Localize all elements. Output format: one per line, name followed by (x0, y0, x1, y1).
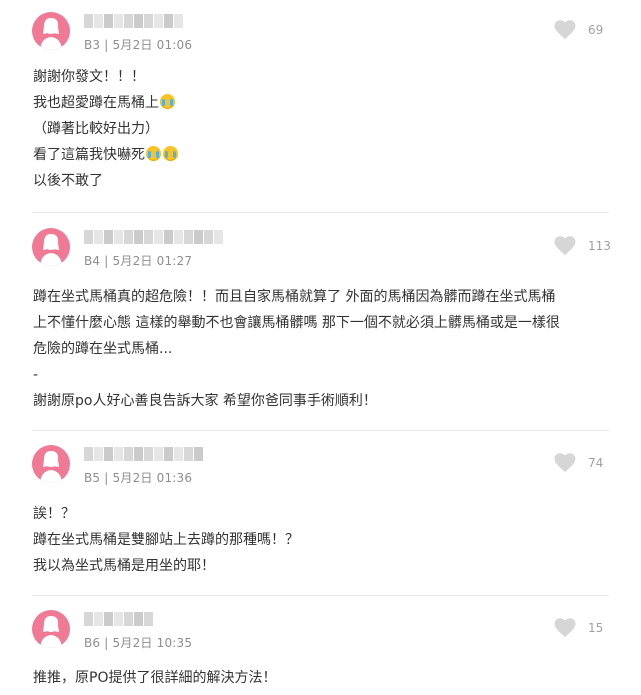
avatar[interactable] (32, 12, 70, 50)
comment-line: 謝謝你發文！！！ (33, 69, 145, 85)
comment-line: 謝謝原po人好心善良告訴大家 希望你爸同事手術順利！ (33, 393, 377, 409)
comment-line: 以後不敢了 (33, 173, 103, 189)
like-count: 15 (588, 621, 604, 635)
user-silhouette-icon (40, 616, 62, 648)
username-blurred[interactable] (84, 230, 223, 244)
comment-meta: B4 | 5月2日 01:27 (84, 254, 193, 268)
avatar[interactable] (32, 228, 70, 266)
comment-meta: B3 | 5月2日 01:06 (84, 38, 193, 52)
comment-header: B6 | 5月2日 10:35 15 (32, 610, 612, 654)
avatar[interactable] (32, 610, 70, 648)
comment-header: B3 | 5月2日 01:06 69 (32, 12, 612, 56)
comment-line: 我以為坐式馬桶是用坐的耶！ (33, 558, 215, 574)
username-blurred[interactable] (84, 612, 153, 626)
like-area: 74 (554, 453, 612, 473)
crying-face-icon (146, 146, 161, 161)
crying-face-icon (163, 146, 178, 161)
like-count: 74 (588, 456, 604, 470)
user-silhouette-icon (40, 234, 62, 266)
like-area: 69 (554, 20, 612, 40)
like-area: 15 (554, 618, 612, 638)
avatar[interactable] (32, 445, 70, 483)
username-blurred[interactable] (84, 14, 183, 28)
divider (32, 212, 609, 213)
comment-line: 推推，原PO提供了很詳細的解決方法！ (33, 670, 277, 686)
comment-line: 誒！？ (33, 506, 75, 522)
user-silhouette-icon (40, 18, 62, 50)
divider (32, 595, 609, 596)
comment-body: 誒！？ 蹲在坐式馬桶是雙腳站上去蹲的那種嗎！？ 我以為坐式馬桶是用坐的耶！ (33, 501, 613, 579)
comment-line: 我也超愛蹲在馬桶上 (33, 90, 613, 116)
comment-line: 看了這篇我快嚇死 (33, 142, 613, 168)
comment-line: 蹲在坐式馬桶是雙腳站上去蹲的那種嗎！？ (33, 532, 299, 548)
comment-header: B5 | 5月2日 01:36 74 (32, 445, 612, 489)
heart-icon[interactable] (554, 618, 576, 638)
comment-meta: B6 | 5月2日 10:35 (84, 636, 193, 650)
like-count: 113 (588, 239, 611, 253)
comment-body: 推推，原PO提供了很詳細的解決方法！ (33, 665, 613, 691)
comment-line: 上不懂什麼心態 這樣的舉動不也會讓馬桶髒嗎 那下一個不就必須上髒馬桶或是一樣很 (33, 315, 560, 331)
like-area: 113 (554, 236, 612, 256)
heart-icon[interactable] (554, 20, 576, 40)
like-count: 69 (588, 23, 604, 37)
crying-face-icon (160, 94, 175, 109)
comment-body: 謝謝你發文！！！ 我也超愛蹲在馬桶上 （蹲著比較好出力） 看了這篇我快嚇死 以後… (33, 64, 613, 194)
comment-line: - (33, 367, 39, 383)
comment-line: 危險的蹲在坐式馬桶... (33, 341, 173, 357)
comment-body: 蹲在坐式馬桶真的超危險！！而且自家馬桶就算了 外面的馬桶因為髒而蹲在坐式馬桶 上… (33, 284, 613, 414)
heart-icon[interactable] (554, 236, 576, 256)
user-silhouette-icon (40, 451, 62, 483)
comment-line: 蹲在坐式馬桶真的超危險！！而且自家馬桶就算了 外面的馬桶因為髒而蹲在坐式馬桶 (33, 289, 556, 305)
divider (32, 430, 609, 431)
comment-line: （蹲著比較好出力） (33, 121, 159, 137)
username-blurred[interactable] (84, 447, 203, 461)
comment-header: B4 | 5月2日 01:27 113 (32, 228, 612, 272)
heart-icon[interactable] (554, 453, 576, 473)
comment-meta: B5 | 5月2日 01:36 (84, 471, 193, 485)
